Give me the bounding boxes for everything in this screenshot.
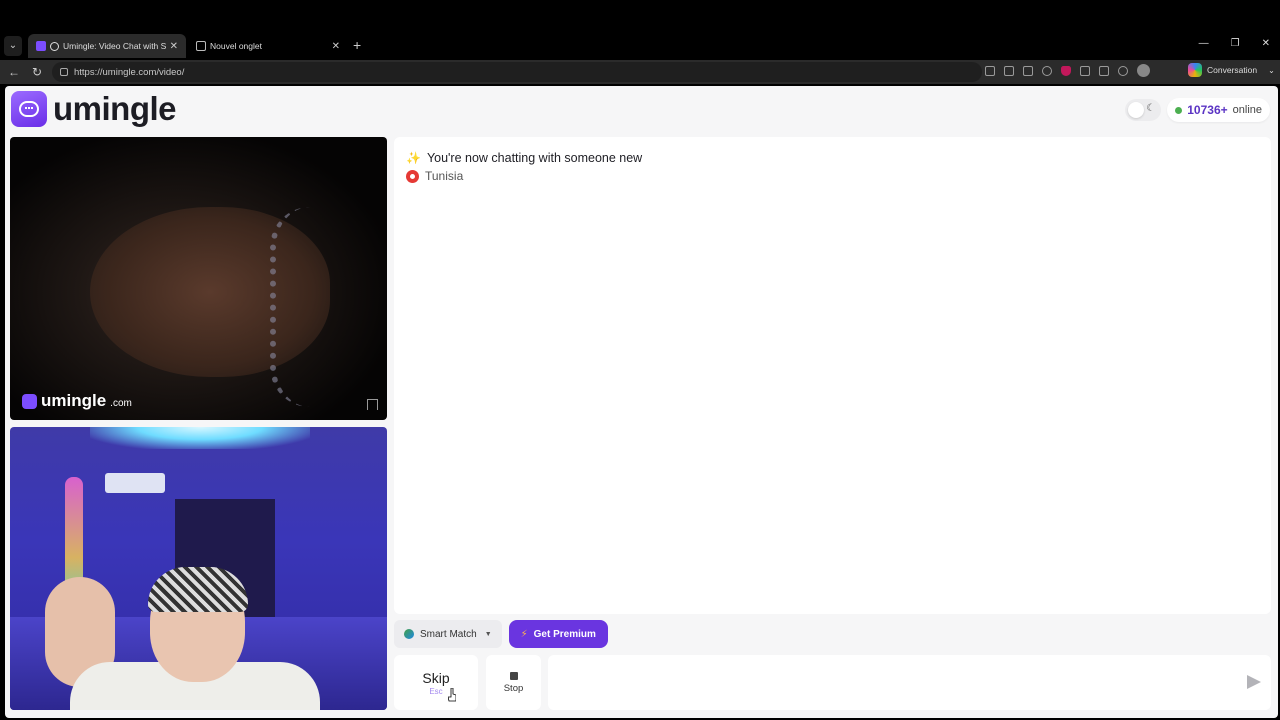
browser-titlebar: ⌄ Umingle: Video Chat with Stra ✕ Nouvel… <box>0 0 1280 60</box>
copilot-label: Conversation <box>1207 65 1258 75</box>
mouse-cursor-icon <box>448 688 456 702</box>
premium-label: Get Premium <box>533 628 596 640</box>
omnibox[interactable]: https://umingle.com/video/ <box>52 62 982 82</box>
tab-title: Umingle: Video Chat with Stra <box>63 41 166 51</box>
bolt-icon: ⚡ <box>520 628 528 640</box>
minimize-icon[interactable]: — <box>1199 38 1209 49</box>
window-controls: — ❐ ✕ <box>1199 38 1270 49</box>
translate-icon[interactable] <box>1004 65 1014 76</box>
remote-video: umingle .com <box>10 137 387 420</box>
online-dot-icon <box>1175 106 1183 114</box>
copilot-icon <box>1188 63 1202 77</box>
copilot-button[interactable]: Conversation ⌄ <box>1188 63 1275 77</box>
skip-button[interactable]: Skip Esc <box>394 655 478 710</box>
country-name: Tunisia <box>425 169 464 183</box>
reload-icon[interactable]: ↻ <box>32 64 42 80</box>
caret-down-icon: ▼ <box>484 630 492 638</box>
smart-match-dropdown[interactable]: Smart Match ▼ <box>394 620 502 648</box>
close-window-icon[interactable]: ✕ <box>1262 38 1270 49</box>
stop-button[interactable]: Stop <box>486 655 541 710</box>
recording-icon <box>50 41 59 51</box>
skip-shortcut-hint: Esc <box>429 687 443 696</box>
new-tab-button[interactable]: + <box>353 37 361 53</box>
stop-icon <box>509 672 518 680</box>
online-badge: 10736+ online <box>1167 98 1270 122</box>
globe-icon <box>404 629 414 639</box>
new-tab-favicon-icon <box>196 41 206 51</box>
smart-match-label: Smart Match <box>420 628 477 640</box>
chat-bubble-logo-icon <box>11 91 47 127</box>
tab-umingle[interactable]: Umingle: Video Chat with Stra ✕ <box>28 34 186 58</box>
tunisia-flag-icon <box>406 169 419 183</box>
toggle-knob <box>1128 102 1145 118</box>
camera-icon[interactable] <box>985 65 995 76</box>
air-conditioner <box>105 473 165 493</box>
url-text: https://umingle.com/video/ <box>74 66 185 78</box>
watermark-tld: .com <box>110 397 132 409</box>
report-flag-icon[interactable] <box>367 399 378 410</box>
moon-icon: ☾ <box>1146 103 1156 114</box>
back-icon[interactable]: ← <box>8 64 20 80</box>
remote-person-collar <box>270 207 360 407</box>
address-bar: ← ↻ https://umingle.com/video/ Conversat… <box>0 60 1280 84</box>
favorite-star-icon[interactable] <box>1042 65 1052 76</box>
watermark-name: umingle <box>41 391 107 410</box>
extensions-icon[interactable] <box>1080 65 1090 76</box>
online-label: online <box>1232 104 1262 116</box>
chevron-down-icon: ⌄ <box>1268 65 1275 75</box>
led-light <box>90 427 310 449</box>
skip-label: Skip <box>422 670 450 686</box>
theme-toggle[interactable]: ☾ <box>1125 99 1162 121</box>
chat-panel: ✨ You're now chatting with someone new T… <box>394 137 1271 614</box>
tab-title: Nouvel onglet <box>210 41 262 51</box>
close-tab-icon[interactable]: ✕ <box>332 41 340 52</box>
site-logo[interactable]: umingle <box>11 90 177 128</box>
tab-new[interactable]: Nouvel onglet ✕ <box>188 34 348 58</box>
profile-avatar[interactable] <box>1137 64 1150 77</box>
local-video <box>10 427 387 710</box>
local-person-cap <box>148 567 248 612</box>
page: umingle ☾ 10736+ online umingle .com ✨ Y… <box>5 86 1278 718</box>
controls-row: Smart Match ▼ ⚡ Get Premium <box>394 620 608 648</box>
close-tab-icon[interactable]: ✕ <box>170 41 178 52</box>
chat-status: ✨ You're now chatting with someone new <box>406 151 642 165</box>
restore-icon[interactable]: ❐ <box>1231 38 1240 49</box>
toolbar-icons <box>985 64 1150 77</box>
video-watermark: umingle .com <box>22 391 132 411</box>
umingle-favicon-icon <box>36 41 46 51</box>
sparkle-icon: ✨ <box>406 151 421 165</box>
message-box <box>548 655 1271 710</box>
chat-status-text: You're now chatting with someone new <box>426 151 643 165</box>
more-icon[interactable] <box>1118 65 1128 76</box>
extension-shield-icon[interactable] <box>1061 65 1071 76</box>
message-input[interactable] <box>558 655 1218 710</box>
header-right: ☾ 10736+ online <box>1125 98 1270 122</box>
tab-list-button[interactable]: ⌄ <box>4 36 22 56</box>
reading-view-icon[interactable] <box>1023 65 1033 76</box>
get-premium-button[interactable]: ⚡ Get Premium <box>508 620 608 648</box>
stop-label: Stop <box>503 683 524 694</box>
send-icon[interactable] <box>1247 675 1261 689</box>
site-info-icon[interactable] <box>60 68 68 76</box>
online-count: 10736+ <box>1187 103 1228 117</box>
chat-country: Tunisia <box>406 169 463 183</box>
umingle-logo-icon <box>22 393 37 409</box>
tab-strip: ⌄ Umingle: Video Chat with Stra ✕ Nouvel… <box>0 34 1280 58</box>
logo-text: umingle <box>53 90 177 127</box>
favorites-icon[interactable] <box>1099 65 1109 76</box>
